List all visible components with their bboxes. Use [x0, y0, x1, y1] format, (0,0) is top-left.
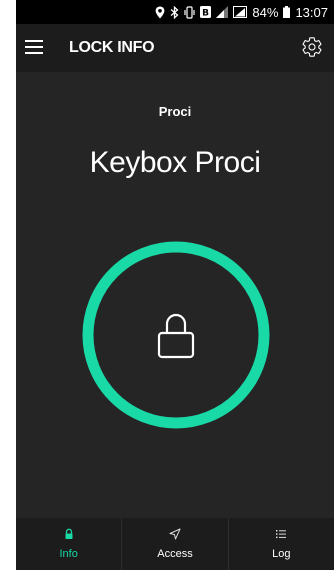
tab-info[interactable]: Info [16, 518, 121, 570]
list-icon [276, 530, 287, 539]
page-title: LOCK INFO [69, 39, 155, 56]
battery-icon [283, 6, 291, 18]
tab-log[interactable]: Log [227, 518, 334, 570]
lock-status-ring [82, 241, 270, 429]
battery-percent: 84% [252, 4, 279, 20]
app-screen: B 84% 13:07 LOCK INFO Proci Keybox Proci… [16, 0, 334, 570]
padlock-icon [157, 313, 195, 359]
padlock-icon [65, 528, 73, 539]
vibrate-icon [184, 5, 196, 19]
tab-access[interactable]: Access [121, 518, 227, 570]
lock-name: Keybox Proci [89, 146, 261, 179]
lock-subtitle: Proci [158, 104, 192, 119]
status-icons: B 84% 13:07 [155, 4, 328, 20]
bottom-navigation: Info Access Log [16, 518, 334, 570]
signal-icon [233, 6, 248, 18]
svg-text:B: B [202, 9, 209, 19]
status-bar: B 84% 13:07 [16, 0, 334, 24]
tab-info-label: Info [59, 548, 78, 560]
menu-icon[interactable] [25, 40, 43, 54]
location-icon [156, 6, 165, 18]
tab-access-label: Access [157, 548, 193, 560]
gear-icon[interactable] [301, 36, 323, 58]
send-icon [169, 528, 181, 540]
lock-toggle-button[interactable] [81, 240, 271, 430]
tab-log-label: Log [272, 548, 291, 560]
app-bar: LOCK INFO [16, 24, 334, 72]
notification-icon: B [200, 6, 212, 19]
clock: 13:07 [295, 4, 328, 20]
bluetooth-icon [171, 5, 179, 19]
signal-icon [216, 6, 229, 18]
